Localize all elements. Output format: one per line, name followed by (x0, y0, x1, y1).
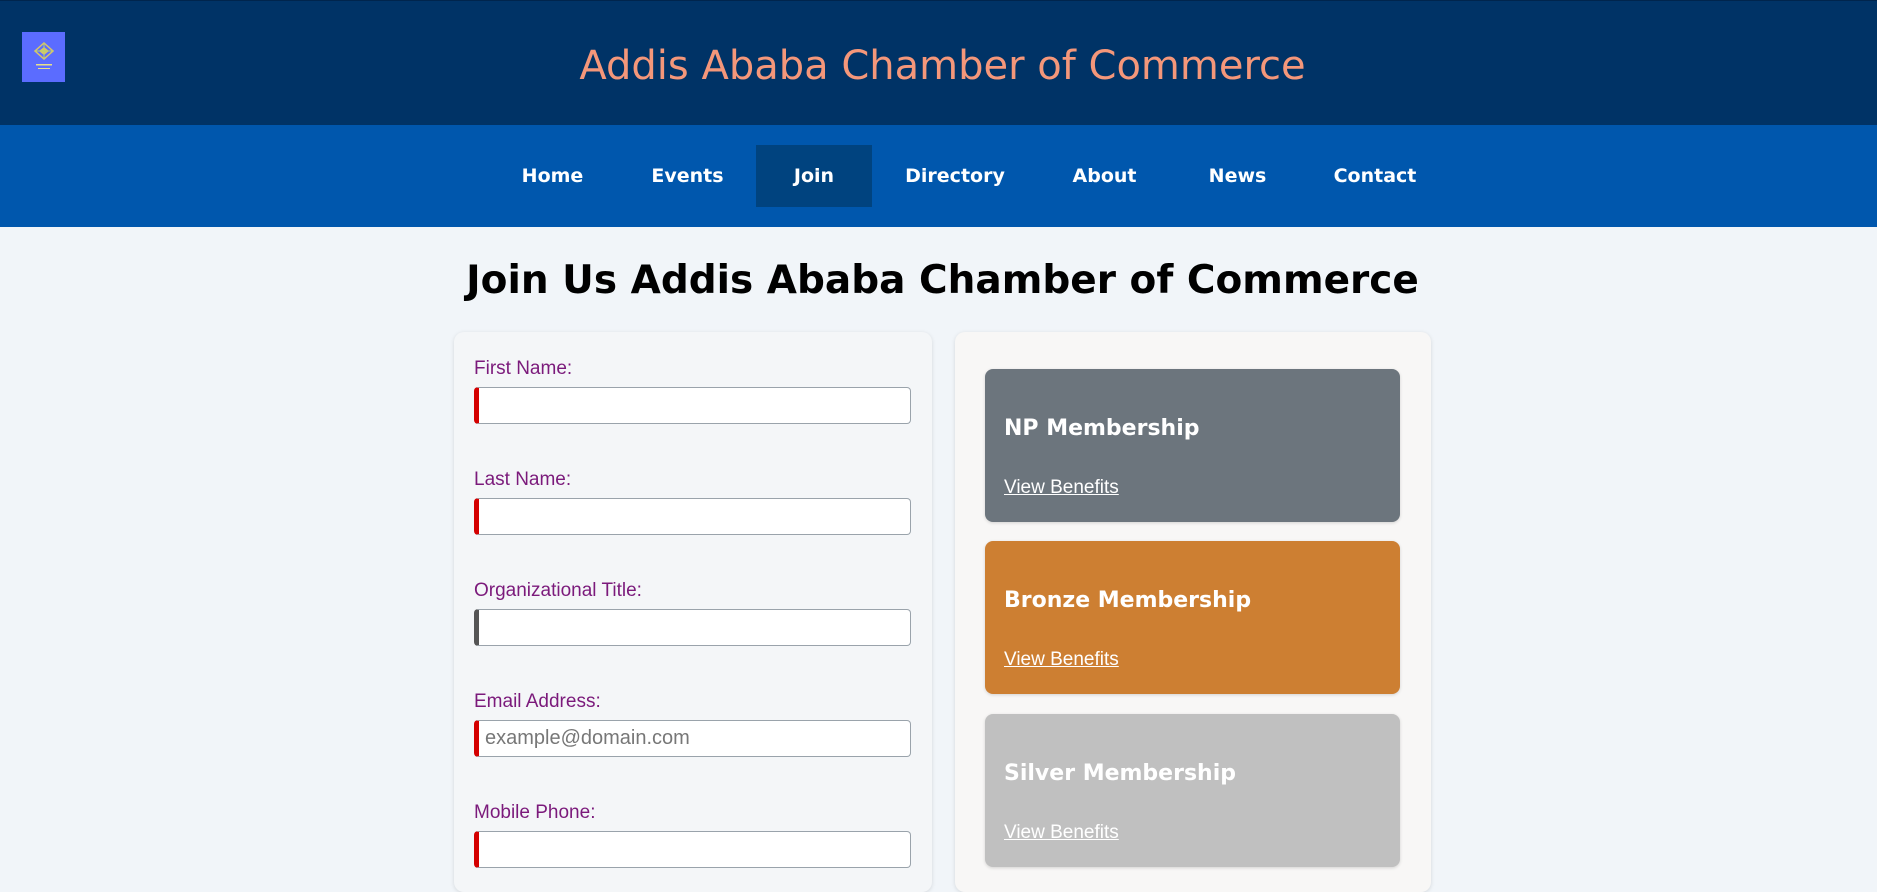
nav-item-news[interactable]: News (1185, 145, 1290, 207)
nav-item-home[interactable]: Home (500, 145, 605, 207)
email-address-label: Email Address: (474, 691, 601, 712)
site-header: Addis Ababa Chamber of Commerce (0, 0, 1877, 125)
nav-item-contact[interactable]: Contact (1320, 145, 1430, 207)
first-name-label: First Name: (474, 358, 573, 379)
email-field[interactable] (474, 720, 911, 757)
view-benefits-link[interactable]: View Benefits (1004, 649, 1119, 671)
membership-tiers-panel: NP Membership View Benefits Bronze Membe… (955, 332, 1431, 892)
site-title: Addis Ababa Chamber of Commerce (579, 43, 1306, 89)
mobile-phone-label: Mobile Phone: (474, 802, 596, 823)
membership-form: First Name: Last Name: Organizational Ti… (454, 332, 932, 892)
last-name-label: Last Name: (474, 469, 572, 490)
nav-item-join[interactable]: Join (756, 145, 872, 207)
last-name-field[interactable] (474, 498, 911, 535)
mobile-phone-field[interactable] (474, 831, 911, 868)
nav-item-directory[interactable]: Directory (888, 145, 1022, 207)
tier-name: Silver Membership (1004, 761, 1236, 786)
organizational-title-field[interactable] (474, 609, 911, 646)
membership-tier-bronze: Bronze Membership View Benefits (985, 541, 1400, 694)
page-heading: Join Us Addis Ababa Chamber of Commerce (466, 258, 1419, 303)
organizational-title-label: Organizational Title: (474, 580, 642, 601)
view-benefits-link[interactable]: View Benefits (1004, 477, 1119, 499)
membership-tier-silver: Silver Membership View Benefits (985, 714, 1400, 867)
tier-name: Bronze Membership (1004, 588, 1252, 613)
nav-item-events[interactable]: Events (635, 145, 740, 207)
first-name-field[interactable] (474, 387, 911, 424)
membership-tier-np: NP Membership View Benefits (985, 369, 1400, 522)
tier-name: NP Membership (1004, 416, 1200, 441)
view-benefits-link[interactable]: View Benefits (1004, 822, 1119, 844)
main-nav: Home Events Join Directory About News Co… (0, 125, 1877, 227)
nav-item-about[interactable]: About (1052, 145, 1157, 207)
